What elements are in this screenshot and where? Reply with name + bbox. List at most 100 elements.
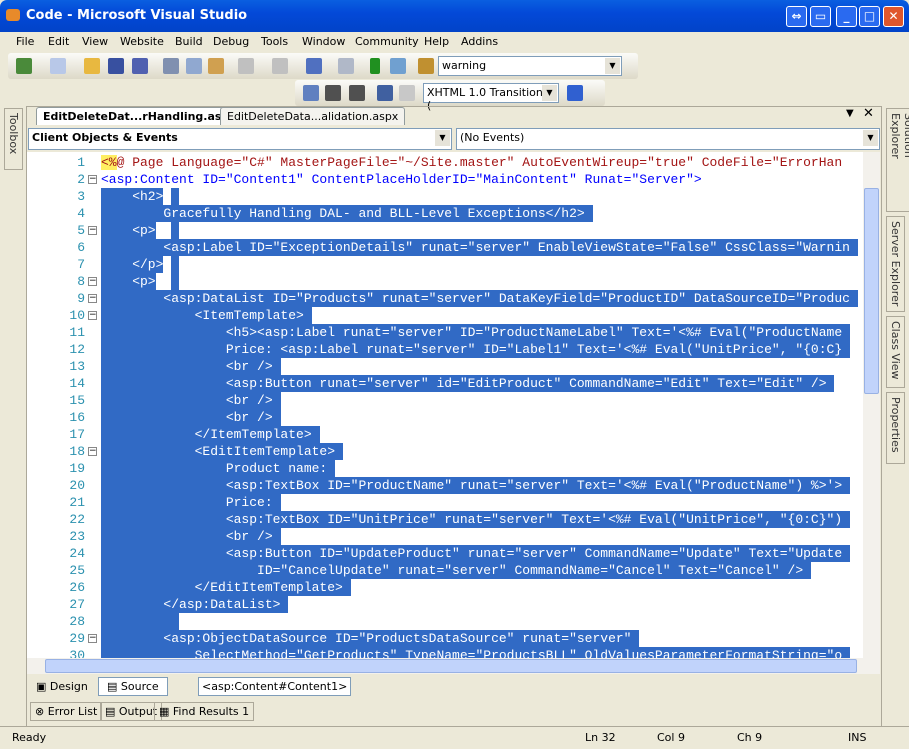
error-list-tab[interactable]: ⊗ Error List bbox=[30, 702, 103, 721]
new-project-icon[interactable] bbox=[16, 58, 32, 74]
comment-icon[interactable] bbox=[377, 85, 393, 101]
code-line[interactable]: 1 <%@ Page Language="C#" MasterPageFile="… bbox=[27, 154, 863, 171]
collapse-icon[interactable]: − bbox=[88, 447, 97, 456]
code-line[interactable]: 30 SelectMethod="GetProducts" TypeName="… bbox=[27, 647, 863, 658]
find-combo[interactable]: warning ▼ bbox=[438, 56, 622, 76]
maximize-button[interactable]: □ bbox=[859, 6, 880, 27]
toolbox-tab[interactable]: Toolbox bbox=[4, 108, 23, 170]
vertical-scrollbar[interactable] bbox=[863, 152, 880, 658]
code-line[interactable]: 11 <h5><asp:Label runat="server" ID="Pro… bbox=[27, 324, 863, 341]
chevron-down-icon[interactable]: ▼ bbox=[435, 130, 450, 146]
code-line[interactable]: 8− <p> bbox=[27, 273, 863, 290]
code-line[interactable]: 6 <asp:Label ID="ExceptionDetails" runat… bbox=[27, 239, 863, 256]
chevron-down-icon[interactable]: ▼ bbox=[542, 85, 557, 101]
navigate-forward-icon[interactable] bbox=[338, 58, 354, 74]
code-line[interactable]: 2− <asp:Content ID="Content1" ContentPlac… bbox=[27, 171, 863, 188]
cut-icon[interactable] bbox=[163, 58, 179, 74]
horizontal-scrollbar[interactable] bbox=[27, 658, 880, 674]
start-debugging-icon[interactable] bbox=[370, 58, 380, 74]
menu-window[interactable]: Window bbox=[302, 35, 345, 48]
menu-addins[interactable]: Addins bbox=[461, 35, 498, 48]
copy-icon[interactable] bbox=[186, 58, 202, 74]
code-line[interactable]: 16 <br /> bbox=[27, 409, 863, 426]
code-line[interactable]: 17 </ItemTemplate> bbox=[27, 426, 863, 443]
properties-tab[interactable]: Properties bbox=[886, 392, 905, 464]
add-item-icon[interactable] bbox=[50, 58, 66, 74]
menu-help[interactable]: Help bbox=[424, 35, 449, 48]
code-line[interactable]: 25 ID="CancelUpdate" runat="server" Comm… bbox=[27, 562, 863, 579]
undo-icon[interactable] bbox=[238, 58, 254, 74]
menu-view[interactable]: View bbox=[82, 35, 108, 48]
accessibility-check-icon[interactable] bbox=[567, 85, 583, 101]
source-view-button[interactable]: ▤ Source bbox=[98, 677, 168, 696]
collapse-icon[interactable]: − bbox=[88, 311, 97, 320]
code-line[interactable]: 28 bbox=[27, 613, 863, 630]
find-in-files-icon[interactable] bbox=[418, 58, 434, 74]
menu-community[interactable]: Community bbox=[355, 35, 419, 48]
collapse-icon[interactable]: − bbox=[88, 277, 97, 286]
outdent-icon[interactable] bbox=[325, 85, 341, 101]
close-button[interactable]: ✕ bbox=[883, 6, 904, 27]
tab-validation[interactable]: EditDeleteData...alidation.aspx bbox=[220, 107, 406, 125]
code-line[interactable]: 15 <br /> bbox=[27, 392, 863, 409]
code-line[interactable]: 7 </p> bbox=[27, 256, 863, 273]
code-line[interactable]: 21 Price: bbox=[27, 494, 863, 511]
menu-file[interactable]: File bbox=[16, 35, 34, 48]
code-line[interactable]: 9− <asp:DataList ID="Products" runat="se… bbox=[27, 290, 863, 307]
client-objects-dropdown[interactable]: Client Objects & Events ▼ bbox=[28, 128, 452, 150]
tag-breadcrumb[interactable]: <asp:Content#Content1> bbox=[198, 677, 352, 696]
collapse-icon[interactable]: − bbox=[88, 294, 97, 303]
output-tab[interactable]: ▤ Output bbox=[100, 702, 163, 721]
menu-tools[interactable]: Tools bbox=[261, 35, 288, 48]
collapse-icon[interactable]: − bbox=[88, 634, 97, 643]
paste-icon[interactable] bbox=[208, 58, 224, 74]
close-document-icon[interactable]: ✕ bbox=[863, 106, 874, 121]
code-line[interactable]: 4 Gracefully Handling DAL- and BLL-Level… bbox=[27, 205, 863, 222]
redo-icon[interactable] bbox=[272, 58, 288, 74]
code-line[interactable]: 14 <asp:Button runat="server" id="EditPr… bbox=[27, 375, 863, 392]
chevron-down-icon[interactable]: ▼ bbox=[605, 58, 620, 74]
code-line[interactable]: 13 <br /> bbox=[27, 358, 863, 375]
events-dropdown[interactable]: (No Events) ▼ bbox=[456, 128, 880, 150]
collapse-icon[interactable]: − bbox=[88, 226, 97, 235]
menu-edit[interactable]: Edit bbox=[48, 35, 69, 48]
collapse-icon[interactable]: − bbox=[88, 175, 97, 184]
restore-layout-button[interactable]: ⇔ bbox=[786, 6, 807, 27]
server-explorer-tab[interactable]: Server Explorer bbox=[886, 216, 905, 312]
code-line[interactable]: 23 <br /> bbox=[27, 528, 863, 545]
tab-errorhandling[interactable]: EditDeleteDat...rHandling.aspx bbox=[36, 107, 244, 125]
save-all-icon[interactable] bbox=[132, 58, 148, 74]
code-line[interactable]: 5− <p> bbox=[27, 222, 863, 239]
code-line[interactable]: 10− <ItemTemplate> bbox=[27, 307, 863, 324]
open-folder-icon[interactable] bbox=[84, 58, 100, 74]
solution-explorer-tab[interactable]: Solution Explorer bbox=[886, 108, 909, 212]
code-line[interactable]: 20 <asp:TextBox ID="ProductName" runat="… bbox=[27, 477, 863, 494]
menu-build[interactable]: Build bbox=[175, 35, 203, 48]
menu-debug[interactable]: Debug bbox=[213, 35, 249, 48]
code-editor[interactable]: 1 <%@ Page Language="C#" MasterPageFile="… bbox=[27, 152, 863, 658]
minimize-button[interactable]: _ bbox=[836, 6, 857, 27]
format-document-icon[interactable] bbox=[303, 85, 319, 101]
code-line[interactable]: 22 <asp:TextBox ID="UnitPrice" runat="se… bbox=[27, 511, 863, 528]
browse-icon[interactable] bbox=[390, 58, 406, 74]
code-line[interactable]: 27 </asp:DataList> bbox=[27, 596, 863, 613]
class-view-tab[interactable]: Class View bbox=[886, 316, 905, 388]
code-line[interactable]: 24 <asp:Button ID="UpdateProduct" runat=… bbox=[27, 545, 863, 562]
find-results-tab[interactable]: ▦ Find Results 1 bbox=[154, 702, 255, 721]
uncomment-icon[interactable] bbox=[399, 85, 415, 101]
fullscreen-button[interactable]: ▭ bbox=[810, 6, 831, 27]
code-line[interactable]: 18− <EditItemTemplate> bbox=[27, 443, 863, 460]
chevron-down-icon[interactable]: ▼ bbox=[863, 130, 878, 146]
navigate-back-icon[interactable] bbox=[306, 58, 322, 74]
code-line[interactable]: 3 <h2> bbox=[27, 188, 863, 205]
menu-website[interactable]: Website bbox=[120, 35, 164, 48]
design-view-button[interactable]: ▣ Design bbox=[36, 680, 88, 693]
save-icon[interactable] bbox=[108, 58, 124, 74]
code-line[interactable]: 12 Price: <asp:Label runat="server" ID="… bbox=[27, 341, 863, 358]
indent-icon[interactable] bbox=[349, 85, 365, 101]
code-line[interactable]: 29− <asp:ObjectDataSource ID="ProductsDa… bbox=[27, 630, 863, 647]
code-line[interactable]: 19 Product name: bbox=[27, 460, 863, 477]
code-line[interactable]: 26 </EditItemTemplate> bbox=[27, 579, 863, 596]
doctype-combo[interactable]: XHTML 1.0 Transitional (▼ bbox=[423, 83, 559, 112]
tab-list-icon[interactable]: ▼ bbox=[846, 108, 854, 119]
